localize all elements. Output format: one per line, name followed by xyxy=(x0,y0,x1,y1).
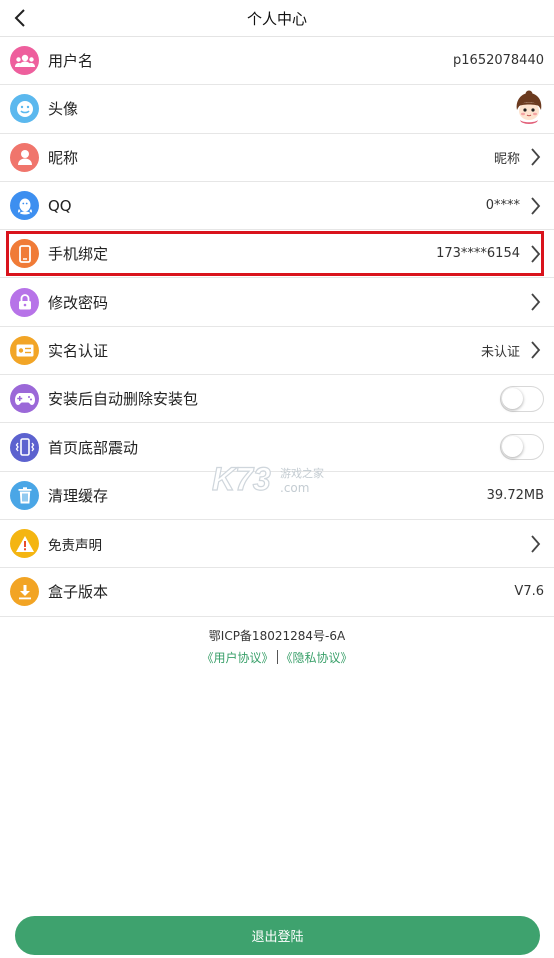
back-button[interactable] xyxy=(8,6,32,30)
row-disclaimer[interactable]: 免责声明 xyxy=(0,520,554,569)
settings-list: 用户名 p1652078440 头像 昵称 昵称 QQ 0**** 手机绑定 1… xyxy=(0,37,554,617)
chevron-right-icon xyxy=(526,243,544,265)
lock-icon xyxy=(10,287,39,317)
link-divider xyxy=(276,650,278,665)
qq-label: QQ xyxy=(48,196,72,215)
real-name-label: 实名认证 xyxy=(48,341,109,360)
logout-button[interactable]: 退出登陆 xyxy=(15,916,540,955)
row-nickname[interactable]: 昵称 昵称 xyxy=(0,134,554,182)
avatar[interactable] xyxy=(512,89,546,128)
nickname-value: 昵称 xyxy=(493,151,520,167)
chevron-left-icon xyxy=(14,9,25,27)
username-label: 用户名 xyxy=(48,52,94,71)
toggle-knob xyxy=(502,436,523,458)
smile-icon xyxy=(10,94,39,124)
avatar-label: 头像 xyxy=(48,100,79,119)
footer: 鄂ICP备18021284号-6A 《用户协议》 《隐私协议》 xyxy=(0,627,554,666)
auto-delete-package-toggle[interactable] xyxy=(500,385,544,412)
qq-value: 0**** xyxy=(485,198,520,214)
user-agreement-link[interactable]: 《用户协议》 xyxy=(201,649,273,666)
clear-cache-value: 39.72MB xyxy=(486,487,544,503)
chevron-right-icon xyxy=(526,533,544,555)
real-name-value: 未认证 xyxy=(480,344,520,360)
qq-icon xyxy=(10,191,39,221)
top-bar: 个人中心 xyxy=(0,0,554,37)
icp-text: 鄂ICP备18021284号-6A xyxy=(208,628,346,643)
agreement-links: 《用户协议》 《隐私协议》 xyxy=(0,649,554,666)
warning-icon xyxy=(10,529,39,559)
box-version-label: 盒子版本 xyxy=(48,583,109,602)
users-icon xyxy=(10,46,39,76)
page-title: 个人中心 xyxy=(246,9,307,28)
username-value: p1652078440 xyxy=(453,53,544,69)
chevron-right-icon xyxy=(526,146,544,168)
chevron-right-icon xyxy=(526,339,544,361)
row-bottom-vibration: 首页底部震动 xyxy=(0,423,554,472)
row-change-password[interactable]: 修改密码 xyxy=(0,278,554,327)
chevron-right-icon xyxy=(526,195,544,217)
chevron-right-icon xyxy=(526,291,544,313)
row-box-version: 盒子版本 V7.6 xyxy=(0,568,554,617)
gamepad-icon xyxy=(10,384,39,414)
toggle-knob xyxy=(502,387,523,409)
auto-delete-package-label: 安装后自动删除安装包 xyxy=(48,390,199,409)
vibrate-icon xyxy=(10,432,39,462)
row-qq[interactable]: QQ 0**** xyxy=(0,182,554,231)
bottom-vibration-label: 首页底部震动 xyxy=(48,438,139,457)
row-clear-cache[interactable]: 清理缓存 39.72MB xyxy=(0,472,554,520)
box-version-value: V7.6 xyxy=(514,584,544,600)
phone-icon xyxy=(10,239,39,269)
id-card-icon xyxy=(10,335,39,365)
row-username: 用户名 p1652078440 xyxy=(0,37,554,86)
bottom-vibration-toggle[interactable] xyxy=(500,434,544,461)
privacy-agreement-link[interactable]: 《隐私协议》 xyxy=(281,649,353,666)
row-phone-binding[interactable]: 手机绑定 173****6154 xyxy=(0,230,554,279)
phone-binding-label: 手机绑定 xyxy=(48,245,109,264)
download-icon xyxy=(10,577,39,607)
row-avatar[interactable]: 头像 xyxy=(0,85,554,134)
person-icon xyxy=(10,142,39,172)
change-password-label: 修改密码 xyxy=(48,293,109,312)
row-auto-delete-package: 安装后自动删除安装包 xyxy=(0,375,554,424)
phone-binding-value: 173****6154 xyxy=(436,246,520,262)
nickname-label: 昵称 xyxy=(48,148,79,167)
trash-icon xyxy=(10,480,39,510)
clear-cache-label: 清理缓存 xyxy=(48,486,109,505)
row-real-name[interactable]: 实名认证 未认证 xyxy=(0,327,554,376)
disclaimer-label: 免责声明 xyxy=(48,537,102,554)
